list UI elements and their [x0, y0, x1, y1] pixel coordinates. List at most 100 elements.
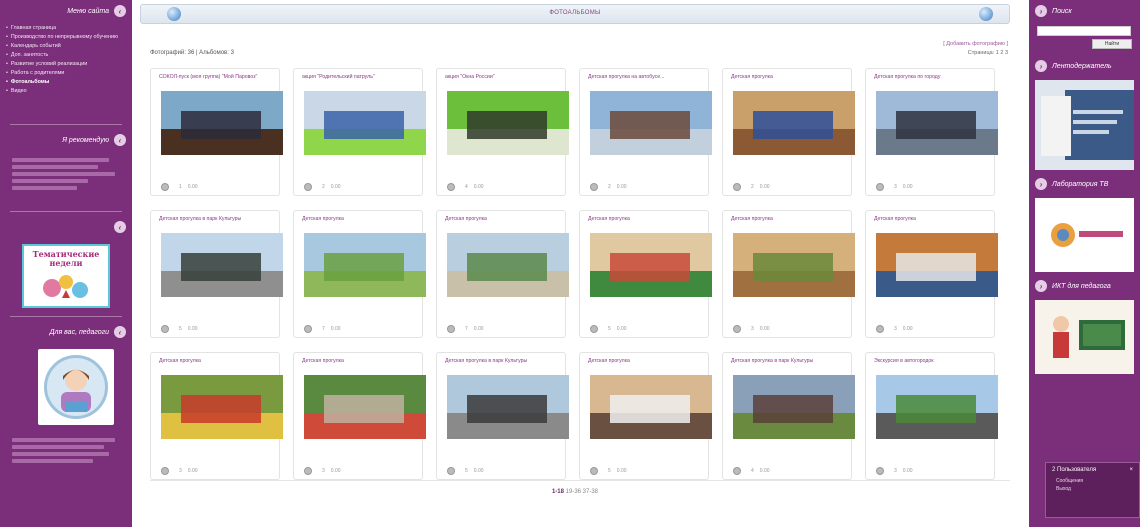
popup-item[interactable]: Сообщения	[1046, 477, 1139, 485]
gear-icon[interactable]	[876, 467, 884, 475]
photo-card[interactable]: Детская прогулка 3 0.00	[150, 352, 283, 480]
photo-thumbnail[interactable]	[876, 91, 998, 155]
photo-title[interactable]: Детская прогулка на автобусе...	[588, 74, 708, 80]
collapse-icon[interactable]: ‹	[114, 326, 126, 338]
photo-title[interactable]: акция "Окна России"	[445, 74, 565, 80]
photo-card[interactable]: Детская прогулка 5 0.00	[579, 352, 712, 480]
promo-image[interactable]	[1035, 80, 1134, 170]
menu-item[interactable]: Развитие условий реализации	[6, 60, 126, 69]
photo-thumbnail[interactable]	[590, 91, 712, 155]
photo-thumbnail[interactable]	[304, 233, 426, 297]
photo-card[interactable]: Детская прогулка в парк Культуры 4 0.00	[722, 352, 855, 480]
photo-card[interactable]: акция "Родительский патруль" 2 0.00	[293, 68, 426, 196]
photo-title[interactable]: Детская прогулка в парк Культуры	[731, 358, 851, 364]
link-line[interactable]	[12, 459, 93, 463]
gear-icon[interactable]	[876, 325, 884, 333]
photo-card[interactable]: СОКОЛ-пуск (моя группа) "Мой Паровоз" 1 0.…	[150, 68, 283, 196]
photo-thumbnail[interactable]	[304, 375, 426, 439]
close-icon[interactable]: ×	[1129, 467, 1133, 473]
gear-icon[interactable]	[304, 183, 312, 191]
pages-indicator[interactable]: Страница: 1 2 3	[943, 49, 1008, 58]
menu-item[interactable]: Производство по непрерывному обучению	[6, 33, 126, 42]
photo-thumbnail[interactable]	[447, 91, 569, 155]
photo-thumbnail[interactable]	[447, 375, 569, 439]
photo-card[interactable]: Детская прогулка 7 0.00	[293, 210, 426, 338]
collapse-icon[interactable]: ›	[1035, 5, 1047, 17]
menu-item[interactable]: Доп. занятость	[6, 51, 126, 60]
menu-item[interactable]: Видео	[6, 87, 126, 96]
menu-item[interactable]: Работа с родителями	[6, 69, 126, 78]
link-line[interactable]	[12, 438, 115, 442]
search-button[interactable]: Найти	[1092, 39, 1132, 49]
pagination-rest[interactable]: 19-36 37-38	[566, 489, 598, 495]
gear-icon[interactable]	[590, 183, 598, 191]
photo-card[interactable]: Детская прогулка 3 0.00	[722, 210, 855, 338]
link-line[interactable]	[12, 165, 99, 169]
pagination-current[interactable]: 1-18	[552, 489, 564, 495]
users-popup[interactable]: 2 Пользователя × Сообщения Выход	[1045, 462, 1140, 518]
gear-icon[interactable]	[590, 325, 598, 333]
photo-title[interactable]: Детская прогулка	[302, 216, 422, 222]
gear-icon[interactable]	[733, 183, 741, 191]
photo-title[interactable]: Детская прогулка	[731, 74, 851, 80]
photo-title[interactable]: Детская прогулка по городу	[874, 74, 994, 80]
photo-card[interactable]: Детская прогулка 3 0.00	[865, 210, 998, 338]
gear-icon[interactable]	[304, 325, 312, 333]
photo-title[interactable]: акция "Родительский патруль"	[302, 74, 422, 80]
gear-icon[interactable]	[161, 467, 169, 475]
gear-icon[interactable]	[447, 183, 455, 191]
photo-card[interactable]: Детская прогулка 5 0.00	[579, 210, 712, 338]
photo-thumbnail[interactable]	[733, 91, 855, 155]
collapse-icon[interactable]: ›	[1035, 280, 1047, 292]
photo-card[interactable]: Детская прогулка 2 0.00	[722, 68, 855, 196]
photo-title[interactable]: Детская прогулка	[302, 358, 422, 364]
link-line[interactable]	[12, 158, 110, 162]
collapse-icon[interactable]: ‹	[114, 134, 126, 146]
link-line[interactable]	[12, 445, 104, 449]
ict-banner[interactable]	[1035, 300, 1134, 374]
gear-icon[interactable]	[876, 183, 884, 191]
link-line[interactable]	[12, 186, 77, 190]
photo-title[interactable]: Детская прогулка	[731, 216, 851, 222]
search-input[interactable]	[1037, 26, 1131, 36]
photo-title[interactable]: Экскурсия в автогородок	[874, 358, 994, 364]
photo-thumbnail[interactable]	[733, 375, 855, 439]
photo-title[interactable]: Детская прогулка	[588, 358, 708, 364]
link-line[interactable]	[12, 172, 115, 176]
menu-item[interactable]: Главная страница	[6, 24, 126, 33]
collapse-icon[interactable]: ‹	[114, 5, 126, 17]
gear-icon[interactable]	[590, 467, 598, 475]
photo-card[interactable]: акция "Окна России" 4 0.00	[436, 68, 569, 196]
menu-item[interactable]: Календарь событий	[6, 42, 126, 51]
gear-icon[interactable]	[733, 325, 741, 333]
photo-card[interactable]: Детская прогулка по городу 3 0.00	[865, 68, 998, 196]
gear-icon[interactable]	[161, 325, 169, 333]
photo-thumbnail[interactable]	[161, 233, 283, 297]
photo-card[interactable]: Детская прогулка в парк Культуры 5 0.00	[150, 210, 283, 338]
photo-title[interactable]: Детская прогулка в парк Культуры	[159, 216, 279, 222]
photo-thumbnail[interactable]	[876, 375, 998, 439]
link-line[interactable]	[12, 452, 110, 456]
photo-card[interactable]: Детская прогулка в парк Культуры 5 0.00	[436, 352, 569, 480]
collapse-icon[interactable]: ›	[1035, 178, 1047, 190]
photo-thumbnail[interactable]	[161, 91, 283, 155]
photo-thumbnail[interactable]	[733, 233, 855, 297]
add-photo-link[interactable]: [ Добавить фотографию ]	[943, 40, 1008, 49]
collapse-icon[interactable]: ›	[1035, 60, 1047, 72]
photo-thumbnail[interactable]	[161, 375, 283, 439]
photo-title[interactable]: Детская прогулка	[445, 216, 565, 222]
tv-banner[interactable]	[1035, 198, 1134, 272]
gear-icon[interactable]	[447, 325, 455, 333]
photo-card[interactable]: Детская прогулка 7 0.00	[436, 210, 569, 338]
photo-title[interactable]: Детская прогулка	[588, 216, 708, 222]
photo-title[interactable]: Детская прогулка в парк Культуры	[445, 358, 565, 364]
photo-title[interactable]: Детская прогулка	[159, 358, 279, 364]
gear-icon[interactable]	[733, 467, 741, 475]
gear-icon[interactable]	[447, 467, 455, 475]
link-line[interactable]	[12, 179, 88, 183]
popup-item[interactable]: Выход	[1046, 485, 1139, 493]
gear-icon[interactable]	[161, 183, 169, 191]
teacher-banner[interactable]	[38, 349, 114, 425]
photo-title[interactable]: СОКОЛ-пуск (моя группа) "Мой Паровоз"	[159, 74, 279, 80]
photo-card[interactable]: Детская прогулка 3 0.00	[293, 352, 426, 480]
